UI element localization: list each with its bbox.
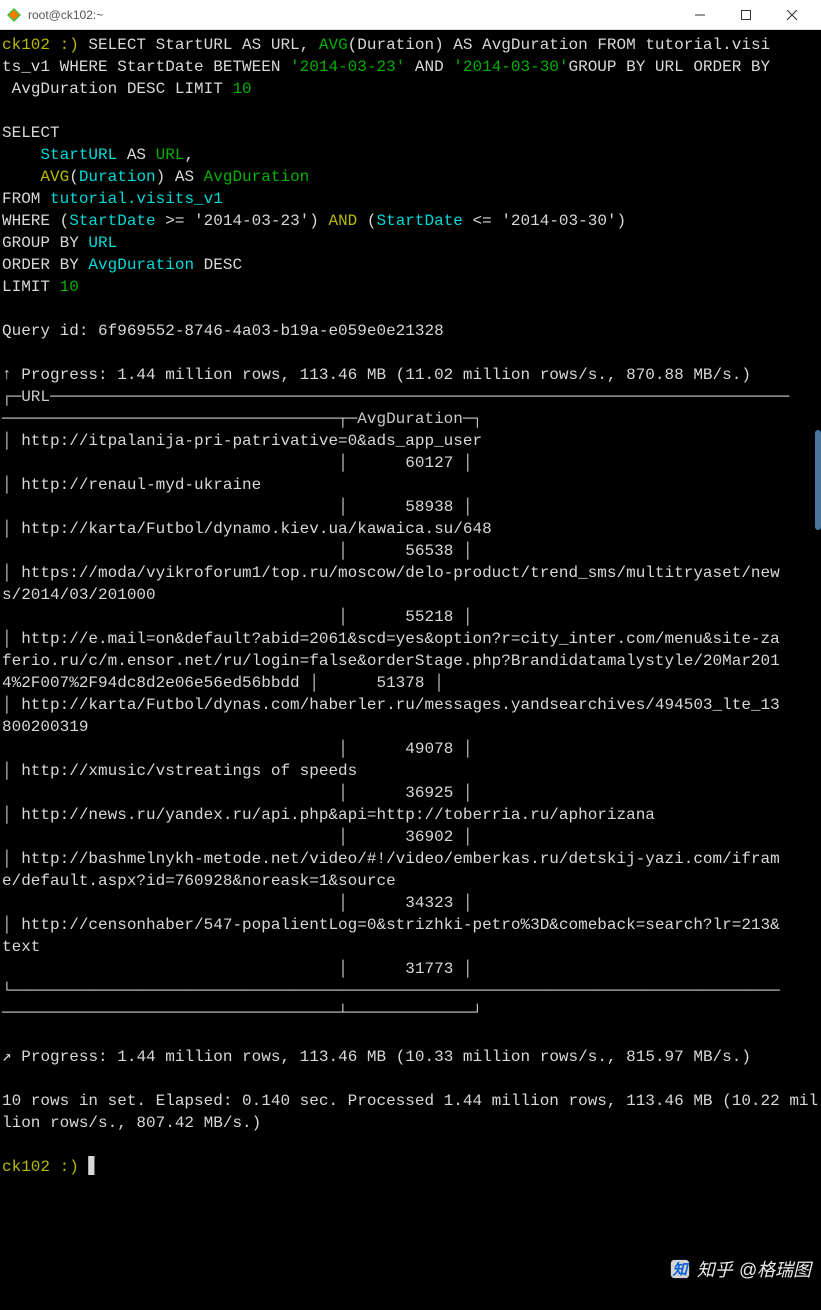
window-titlebar: root@ck102:~ xyxy=(0,0,821,30)
zhihu-icon: 知 xyxy=(669,1258,691,1280)
window-buttons xyxy=(677,0,815,30)
watermark: 知 知乎 @格瑞图 xyxy=(669,1256,811,1282)
minimize-button[interactable] xyxy=(677,0,723,30)
terminal-output[interactable]: ck102 :) SELECT StartURL AS URL, AVG(Dur… xyxy=(0,30,821,1182)
svg-text:知: 知 xyxy=(671,1262,689,1279)
app-icon xyxy=(6,7,22,23)
scrollbar-thumb[interactable] xyxy=(815,430,821,530)
maximize-button[interactable] xyxy=(723,0,769,30)
close-button[interactable] xyxy=(769,0,815,30)
watermark-brand: 知乎 xyxy=(697,1256,733,1282)
window-title: root@ck102:~ xyxy=(28,8,677,22)
watermark-author: @格瑞图 xyxy=(739,1256,811,1282)
